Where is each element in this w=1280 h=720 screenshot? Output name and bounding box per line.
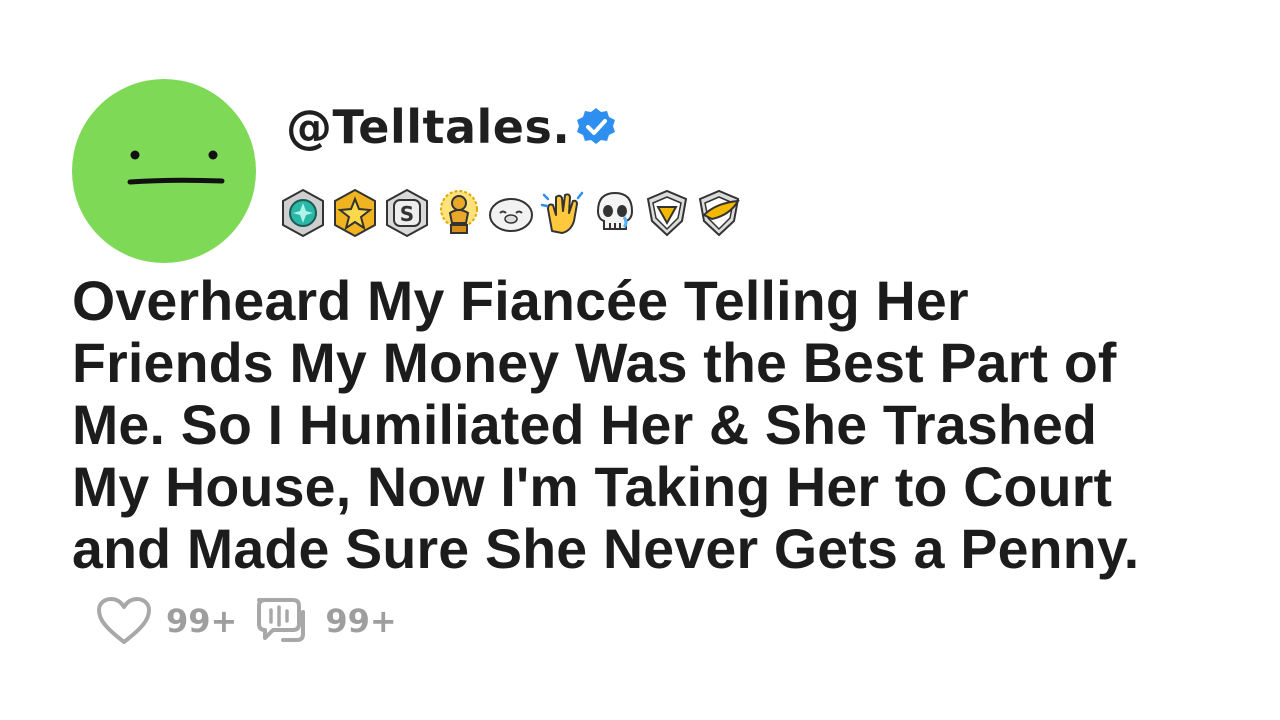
svg-text:S: S [400, 202, 414, 226]
title-line: Overheard My Fiancée Telling Her [72, 270, 969, 332]
title-line: My House, Now I'm Taking Her to Court [72, 456, 1113, 518]
comment-icon[interactable] [253, 594, 311, 648]
username-row: @Telltales. [286, 100, 618, 154]
likes-count: 99+ [166, 602, 238, 640]
title-line: and Made Sure She Never Gets a Penny. [72, 518, 1140, 580]
wing-shield-badge-icon [698, 189, 740, 237]
gem-badge-icon [282, 188, 324, 238]
skull-badge-icon [596, 191, 634, 230]
avatar [72, 79, 256, 263]
heart-icon[interactable] [96, 596, 152, 646]
verified-icon [577, 108, 616, 144]
username[interactable]: @Telltales. [286, 100, 570, 154]
post-title: Overheard My Fiancée Telling Her Friends… [72, 270, 1262, 580]
badge-row: S [278, 186, 744, 240]
s-badge-icon: S [386, 188, 428, 238]
clapping-hands-badge-icon [540, 191, 584, 234]
comments-count: 99+ [325, 602, 397, 640]
heart-shield-badge-icon [646, 189, 688, 237]
title-line: Me. So I Humiliated Her & She Trashed [72, 394, 1098, 456]
trophy-badge-icon [440, 190, 478, 234]
title-line: Friends My Money Was the Best Part of [72, 332, 1117, 394]
star-badge-icon [334, 188, 376, 238]
post-stats: 99+ 99+ [96, 594, 413, 648]
seal-badge-icon [489, 198, 533, 232]
